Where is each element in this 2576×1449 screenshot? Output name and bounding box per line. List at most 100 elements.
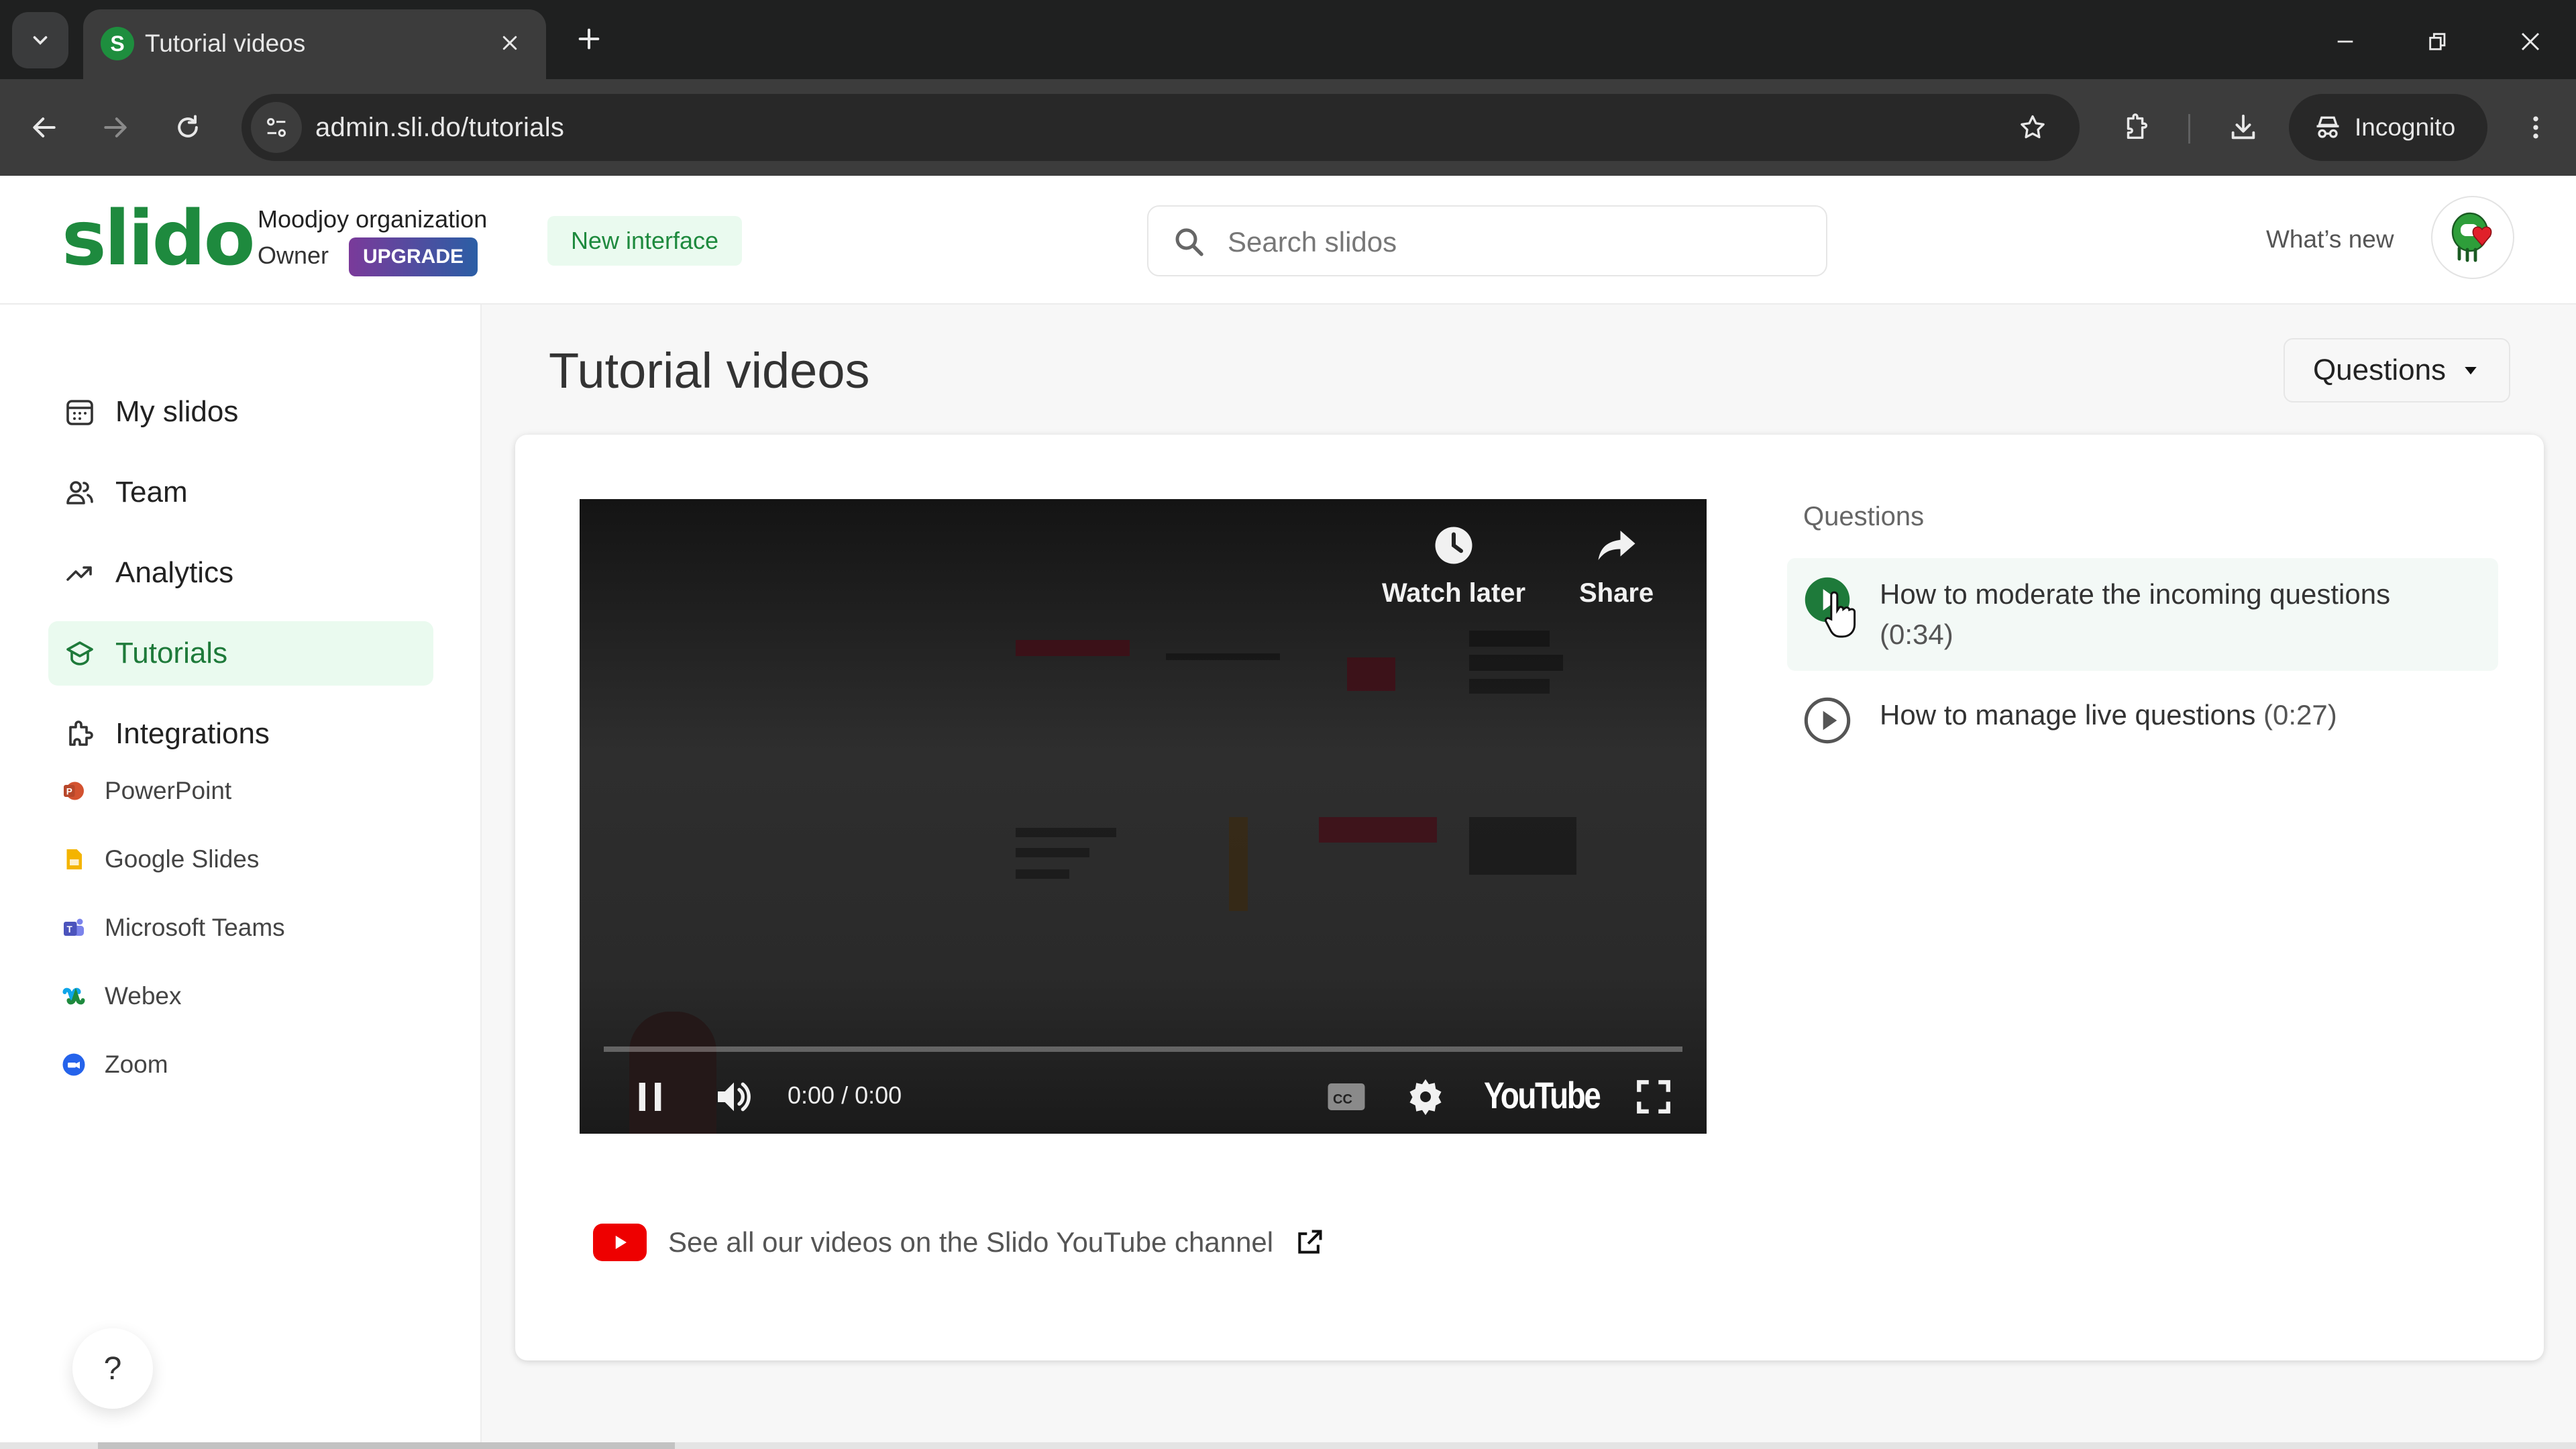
toolbar-separator	[2188, 114, 2190, 144]
watch-later-label: Watch later	[1382, 578, 1526, 608]
extensions-button[interactable]	[2112, 103, 2160, 152]
video-frame-shape	[1166, 653, 1280, 660]
integration-zoom[interactable]: Zoom	[60, 1041, 168, 1088]
sidebar-item-tutorials[interactable]: Tutorials	[48, 621, 433, 686]
sidebar-item-label: Tutorials	[115, 637, 228, 669]
search-box	[1147, 205, 1827, 276]
avatar[interactable]	[2431, 196, 2514, 279]
incognito-label: Incognito	[2355, 113, 2456, 141]
integration-webex[interactable]: Webex	[60, 973, 182, 1020]
url-text[interactable]: admin.sli.do/tutorials	[315, 113, 564, 143]
watch-later-button[interactable]: Watch later	[1382, 523, 1525, 608]
whats-new-link[interactable]: What’s new	[2266, 225, 2394, 254]
video-duration: (0:34)	[1880, 619, 1953, 650]
sidebar-item-my-slidos[interactable]: My slidos	[48, 380, 433, 444]
sidebar-item-label: Analytics	[115, 556, 234, 589]
sidebar-item-team[interactable]: Team	[48, 460, 433, 525]
restore-icon	[2429, 33, 2446, 50]
video-duration: (0:27)	[2263, 699, 2337, 731]
youtube-logo-button[interactable]: YouTube	[1484, 1073, 1601, 1117]
help-button[interactable]: ?	[72, 1328, 153, 1409]
integration-label: PowerPoint	[105, 777, 232, 804]
sidebar-item-analytics[interactable]: Analytics	[48, 541, 433, 605]
horizontal-scrollbar[interactable]	[0, 1442, 2576, 1449]
fullscreen-button[interactable]	[1630, 1073, 1677, 1120]
external-link-icon	[1298, 1230, 1322, 1254]
microsoft-teams-icon: T	[60, 914, 87, 941]
video-frame-shape	[1016, 640, 1130, 656]
reload-button[interactable]	[161, 101, 215, 154]
video-list-item[interactable]: How to moderate the incoming questions (…	[1787, 558, 2498, 671]
scrollbar-thumb[interactable]	[98, 1442, 675, 1449]
video-list-item[interactable]: How to manage live questions (0:27)	[1787, 679, 2498, 762]
volume-button[interactable]	[707, 1073, 761, 1120]
address-bar[interactable]: admin.sli.do/tutorials	[241, 94, 2080, 161]
tutorial-card: Watch later Share 0:00 / 0:00 CC YouTube	[515, 435, 2544, 1360]
webex-icon	[60, 983, 87, 1010]
svg-text:T: T	[67, 924, 73, 934]
browser-toolbar: admin.sli.do/tutorials Incognito	[0, 79, 2576, 176]
integration-label: Zoom	[105, 1051, 168, 1078]
category-dropdown[interactable]: Questions	[2284, 338, 2510, 402]
video-frame-shape	[1319, 817, 1437, 843]
powerpoint-icon: P	[60, 777, 87, 804]
video-title: How to manage live questions	[1880, 699, 2256, 731]
new-tab-button[interactable]	[569, 19, 609, 59]
back-button[interactable]	[17, 101, 71, 154]
puzzle-icon	[63, 717, 97, 751]
integration-google-slides[interactable]: Google Slides	[60, 836, 259, 883]
incognito-indicator[interactable]: Incognito	[2289, 94, 2487, 161]
slido-favicon: S	[101, 27, 134, 60]
new-interface-badge[interactable]: New interface	[547, 216, 742, 266]
puzzle-icon	[2127, 113, 2147, 140]
organization-name[interactable]: Moodjoy organization	[258, 205, 487, 233]
gear-icon	[1409, 1079, 1442, 1116]
browser-menu-button[interactable]	[2512, 103, 2560, 152]
captions-button[interactable]: CC	[1323, 1073, 1370, 1120]
forward-button[interactable]	[89, 101, 142, 154]
video-progress-bar[interactable]	[604, 1046, 1682, 1052]
share-button[interactable]: Share	[1579, 523, 1654, 608]
search-icon	[1175, 228, 1203, 256]
downloads-button[interactable]	[2219, 103, 2267, 152]
tab-search-button[interactable]	[12, 12, 68, 68]
integration-label: Microsoft Teams	[105, 914, 285, 941]
close-window-button[interactable]	[2504, 15, 2557, 68]
integration-microsoft-teams[interactable]: T Microsoft Teams	[60, 904, 285, 951]
sidebar-item-integrations[interactable]: Integrations	[48, 702, 433, 766]
app-header: slido Moodjoy organization Owner UPGRADE…	[0, 176, 2576, 305]
zoom-icon	[60, 1051, 87, 1078]
video-player[interactable]: Watch later Share 0:00 / 0:00 CC YouTube	[580, 499, 1707, 1134]
tab-close-button[interactable]	[492, 25, 527, 60]
hand-cursor-icon	[1825, 591, 1856, 638]
bookmark-button[interactable]	[2014, 109, 2051, 146]
google-slides-icon	[60, 846, 87, 873]
video-list-heading: Questions	[1803, 502, 1925, 531]
settings-button[interactable]	[1402, 1073, 1449, 1120]
integration-powerpoint[interactable]: P PowerPoint	[60, 767, 231, 814]
arrow-right-icon	[104, 117, 127, 138]
restore-button[interactable]	[2411, 15, 2465, 68]
play-circle-icon	[1802, 695, 1853, 746]
upgrade-button[interactable]: UPGRADE	[349, 237, 478, 276]
video-frame-shape	[1016, 828, 1116, 837]
video-title: How to moderate the incoming questions	[1880, 578, 2391, 610]
search-input[interactable]	[1228, 223, 1805, 262]
video-frame-shape	[1016, 848, 1089, 857]
slido-logo[interactable]: slido	[62, 201, 256, 276]
youtube-channel-link[interactable]: See all our videos on the Slido YouTube …	[593, 1224, 1324, 1261]
calendar-icon	[63, 395, 97, 429]
browser-tab-active[interactable]: S Tutorial videos	[83, 9, 546, 79]
more-vert-icon	[2533, 116, 2538, 139]
integration-label: Google Slides	[105, 845, 260, 873]
video-frame-shape	[1016, 869, 1069, 879]
video-frame-shape	[1469, 631, 1550, 647]
plus-icon	[578, 28, 600, 50]
pause-button[interactable]	[627, 1073, 674, 1120]
site-info-button[interactable]	[251, 102, 302, 153]
svg-text:CC: CC	[1333, 1092, 1352, 1107]
youtube-channel-link-text: See all our videos on the Slido YouTube …	[668, 1226, 1274, 1258]
minimize-button[interactable]	[2318, 15, 2372, 68]
users-icon	[63, 476, 97, 509]
star-icon	[2021, 115, 2045, 139]
